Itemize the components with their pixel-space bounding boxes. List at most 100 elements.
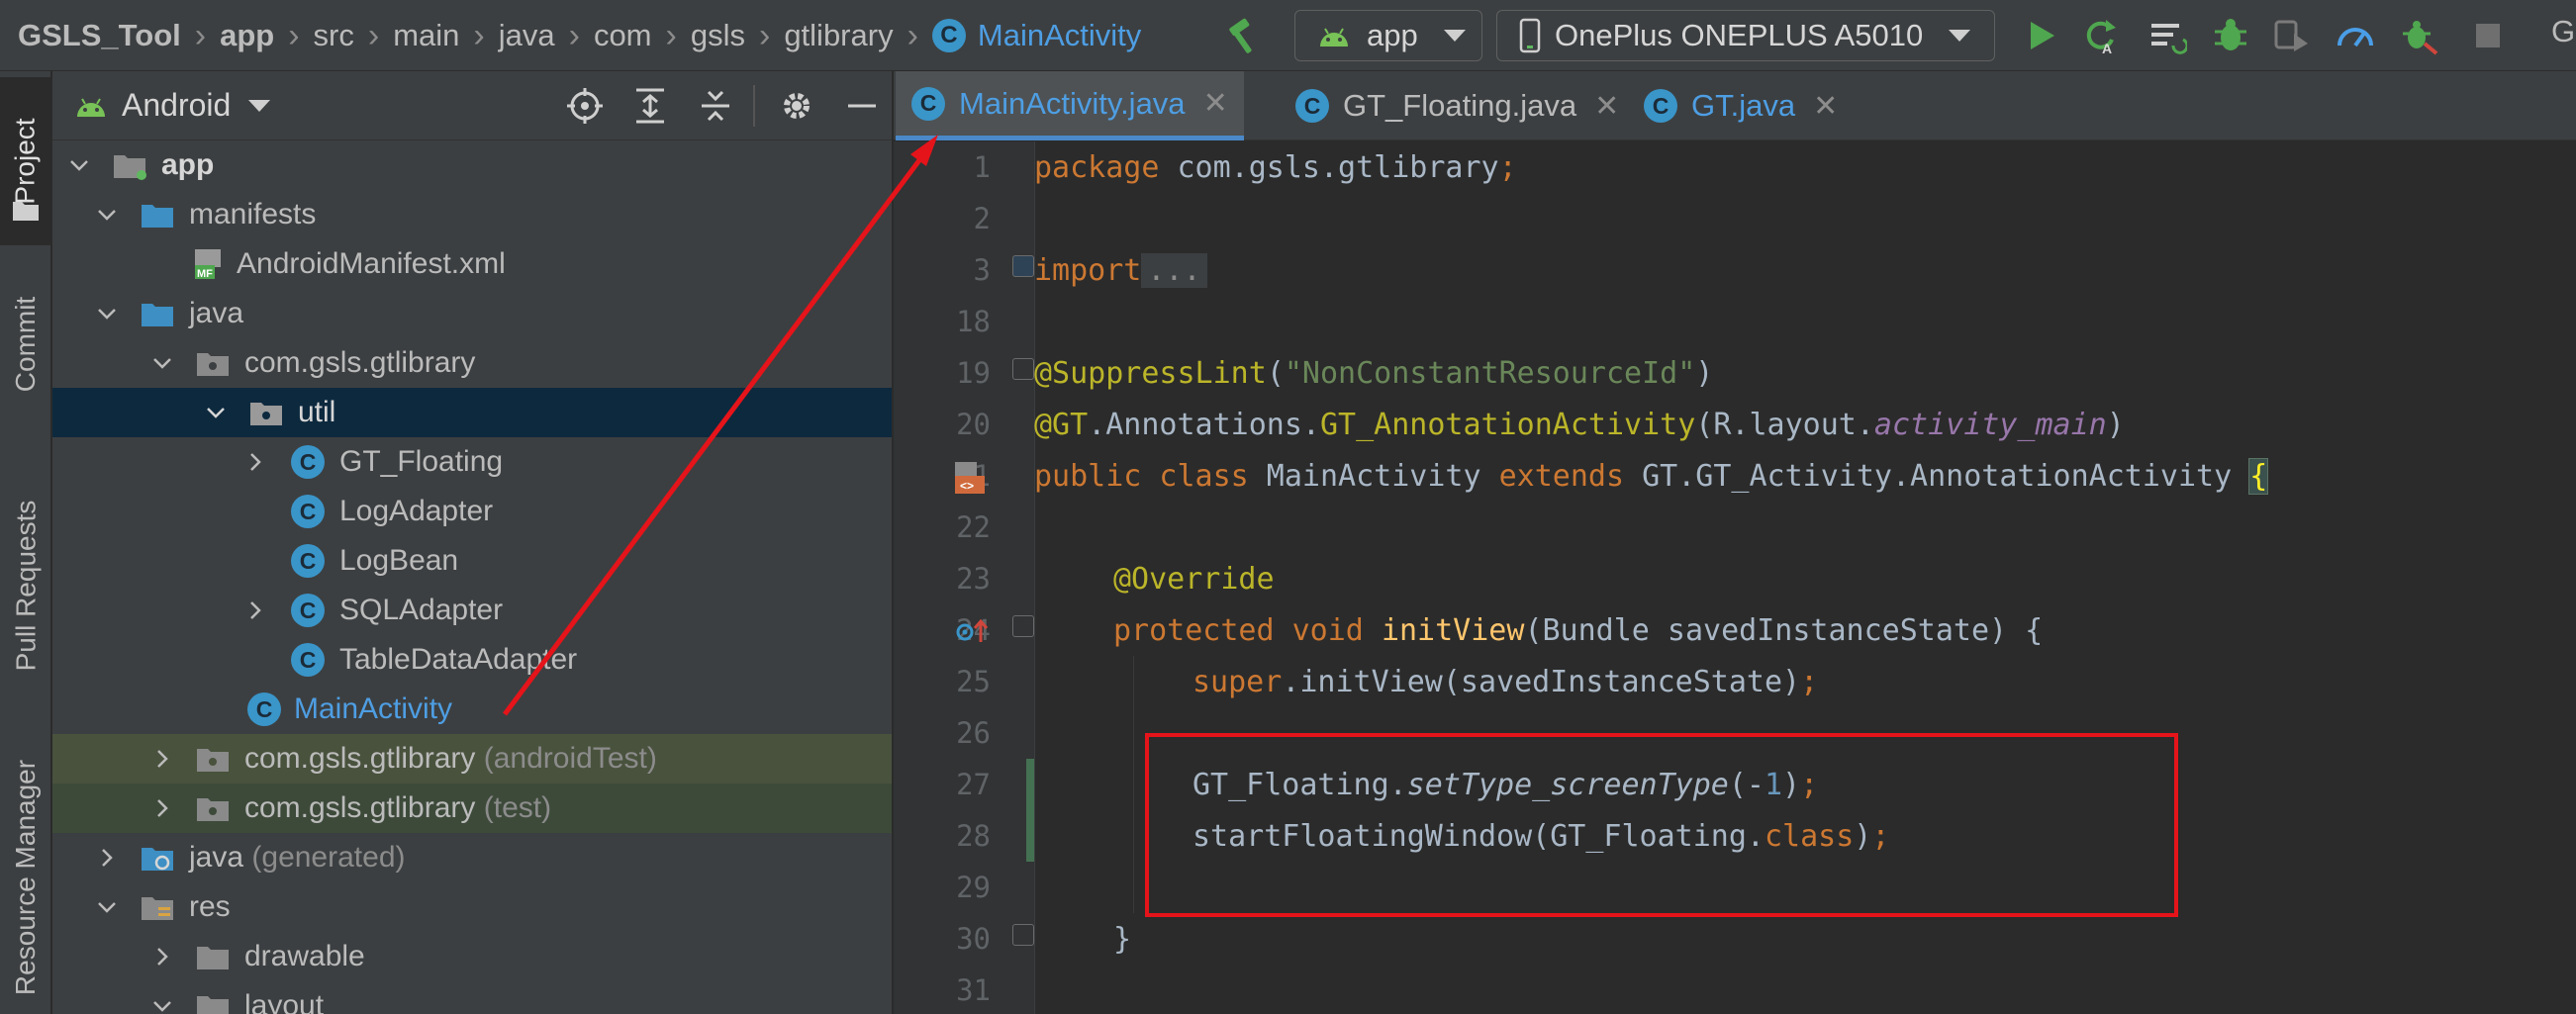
code-line-27[interactable]: GT_Floating. setType_screenType (- 1); bbox=[1193, 759, 2576, 810]
tree-row-table-data-adapter[interactable]: C TableDataAdapter bbox=[52, 635, 892, 685]
breadcrumb-com[interactable]: com bbox=[594, 18, 652, 53]
apply-changes-restart-icon[interactable]: A bbox=[2080, 16, 2120, 55]
minimize-icon[interactable] bbox=[842, 86, 882, 126]
chevron-down-icon[interactable] bbox=[94, 202, 120, 228]
tab-gt-floating[interactable]: C GT_Floating.java ✕ bbox=[1280, 71, 1635, 140]
code-line-30[interactable]: } bbox=[1113, 913, 2576, 965]
commit-tool-tab[interactable]: Commit bbox=[0, 265, 51, 423]
vcs-changed-marker[interactable] bbox=[1026, 759, 1034, 862]
chevron-down-icon[interactable] bbox=[203, 400, 229, 425]
tree-row-main-activity[interactable]: C MainActivity bbox=[52, 685, 892, 734]
chevron-down-icon[interactable] bbox=[248, 99, 271, 112]
tree-label: java bbox=[189, 297, 244, 329]
tree-label: LogBean bbox=[339, 544, 459, 577]
layout-file-icon[interactable]: <> bbox=[953, 460, 989, 496]
tree-row-android-test[interactable]: com.gsls.gtlibrary (androidTest) bbox=[52, 734, 892, 784]
tree-row-app[interactable]: app bbox=[52, 140, 892, 190]
tree-row-layout[interactable]: layout bbox=[52, 981, 892, 1014]
chevron-down-icon[interactable] bbox=[149, 993, 175, 1014]
toolbar-overflow-label[interactable]: G bbox=[2551, 14, 2575, 49]
tree-row-android-manifest[interactable]: MF AndroidManifest.xml bbox=[52, 239, 892, 289]
fold-collapse-icon[interactable] bbox=[1012, 615, 1034, 637]
attach-debugger-icon[interactable] bbox=[2272, 16, 2312, 55]
tree-row-package[interactable]: com.gsls.gtlibrary bbox=[52, 338, 892, 388]
close-icon[interactable]: ✕ bbox=[1813, 89, 1838, 124]
tree-row-test[interactable]: com.gsls.gtlibrary (test) bbox=[52, 784, 892, 833]
fold-expand-icon[interactable] bbox=[1012, 255, 1034, 277]
tree-row-log-bean[interactable]: C LogBean bbox=[52, 536, 892, 586]
breadcrumb-module[interactable]: app bbox=[220, 18, 274, 53]
line-number: 18 bbox=[956, 305, 991, 338]
code-line-1[interactable]: package com.gsls.gtlibrary; bbox=[1034, 141, 2574, 193]
chevron-right-icon: › bbox=[194, 16, 207, 54]
close-icon[interactable]: ✕ bbox=[1594, 89, 1619, 124]
breadcrumb-src[interactable]: src bbox=[314, 18, 354, 53]
tree-row-res[interactable]: res bbox=[52, 882, 892, 932]
chevron-down-icon[interactable] bbox=[66, 152, 92, 178]
breadcrumb-gsls[interactable]: gsls bbox=[691, 18, 745, 53]
chevron-right-icon: › bbox=[906, 16, 918, 54]
resource-manager-tool-tab[interactable]: Resource Manager bbox=[0, 744, 51, 1011]
tab-gt[interactable]: C GT.java ✕ bbox=[1628, 71, 1854, 140]
chevron-right-icon[interactable] bbox=[94, 845, 120, 871]
breadcrumb-project[interactable]: GSLS_Tool bbox=[18, 18, 181, 53]
tab-main-activity[interactable]: C MainActivity.java ✕ bbox=[896, 71, 1244, 140]
code-line-23[interactable]: @Override bbox=[1113, 553, 2576, 604]
profiler-icon[interactable] bbox=[2336, 16, 2375, 55]
run-icon[interactable] bbox=[2021, 16, 2060, 55]
chevron-right-icon[interactable] bbox=[149, 746, 175, 772]
code-line-25[interactable]: super .initView(savedInstanceState); bbox=[1193, 656, 2576, 707]
debug-icon[interactable] bbox=[2211, 16, 2250, 55]
breadcrumb-gtlibrary[interactable]: gtlibrary bbox=[784, 18, 893, 53]
tree-row-java[interactable]: java bbox=[52, 289, 892, 338]
tree-row-manifests[interactable]: manifests bbox=[52, 190, 892, 239]
tree-row-util[interactable]: util bbox=[52, 388, 892, 437]
tree-row-sql-adapter[interactable]: C SQLAdapter bbox=[52, 586, 892, 635]
tree-row-java-generated[interactable]: java (generated) bbox=[52, 833, 892, 882]
view-mode-select[interactable]: Android bbox=[122, 87, 231, 124]
device-select[interactable]: OnePlus ONEPLUS A5010 bbox=[1496, 10, 1995, 61]
apply-code-changes-icon[interactable] bbox=[2147, 16, 2187, 55]
chevron-right-icon: › bbox=[288, 16, 300, 54]
tree-row-drawable[interactable]: drawable bbox=[52, 932, 892, 981]
class-icon: C bbox=[931, 19, 966, 52]
override-method-icon[interactable] bbox=[955, 616, 989, 646]
breadcrumb-java[interactable]: java bbox=[499, 18, 555, 53]
debug-attach-icon[interactable] bbox=[2399, 16, 2438, 55]
code-line-28[interactable]: startFloatingWindow(GT_Floating. class); bbox=[1193, 810, 2576, 862]
code-line-19[interactable]: @SuppressLint("NonConstantResourceId") bbox=[1034, 347, 2574, 399]
fold-collapse-icon[interactable] bbox=[1012, 358, 1034, 380]
fold-end-icon[interactable] bbox=[1012, 924, 1034, 946]
chevron-down-icon[interactable] bbox=[149, 350, 175, 376]
gear-icon[interactable] bbox=[777, 86, 816, 126]
resource-manager-tab-label: Resource Manager bbox=[10, 759, 41, 996]
chevron-right-icon[interactable] bbox=[149, 944, 175, 969]
code-line-21[interactable]: public class MainActivity extends GT.GT_… bbox=[1034, 450, 2574, 502]
line-number: 25 bbox=[956, 665, 991, 698]
chevron-down-icon[interactable] bbox=[94, 301, 120, 326]
chevron-right-icon[interactable] bbox=[242, 598, 268, 623]
folded-imports[interactable]: ... bbox=[1141, 252, 1207, 288]
collapse-all-icon[interactable] bbox=[696, 86, 735, 126]
tree-row-log-adapter[interactable]: C LogAdapter bbox=[52, 487, 892, 536]
chevron-right-icon[interactable] bbox=[242, 449, 268, 475]
tree-row-gt-floating[interactable]: C GT_Floating bbox=[52, 437, 892, 487]
breadcrumb-main[interactable]: main bbox=[393, 18, 459, 53]
build-hammer-icon[interactable] bbox=[1223, 17, 1263, 56]
locate-icon[interactable] bbox=[565, 86, 605, 126]
code-line-3[interactable]: import ... bbox=[1034, 244, 2574, 296]
stop-icon[interactable] bbox=[2468, 16, 2508, 55]
chevron-down-icon[interactable] bbox=[94, 894, 120, 920]
code-area[interactable]: package com.gsls.gtlibrary; import ... @… bbox=[1012, 141, 2576, 1014]
breadcrumb-class[interactable]: MainActivity bbox=[978, 18, 1141, 53]
phone-icon bbox=[1519, 18, 1541, 53]
code-line-24[interactable]: protected void initView (Bundle savedInst… bbox=[1113, 604, 2576, 656]
pull-requests-tool-tab[interactable]: Pull Requests bbox=[0, 467, 51, 704]
expand-all-icon[interactable] bbox=[630, 86, 670, 126]
code-line-20[interactable]: @GT .Annotations. GT_AnnotationActivity (R.… bbox=[1034, 399, 2574, 450]
line-number: 29 bbox=[956, 871, 991, 904]
package-icon bbox=[248, 395, 284, 430]
chevron-right-icon[interactable] bbox=[149, 795, 175, 821]
run-config-select[interactable]: app bbox=[1294, 10, 1482, 61]
close-icon[interactable]: ✕ bbox=[1203, 86, 1228, 121]
